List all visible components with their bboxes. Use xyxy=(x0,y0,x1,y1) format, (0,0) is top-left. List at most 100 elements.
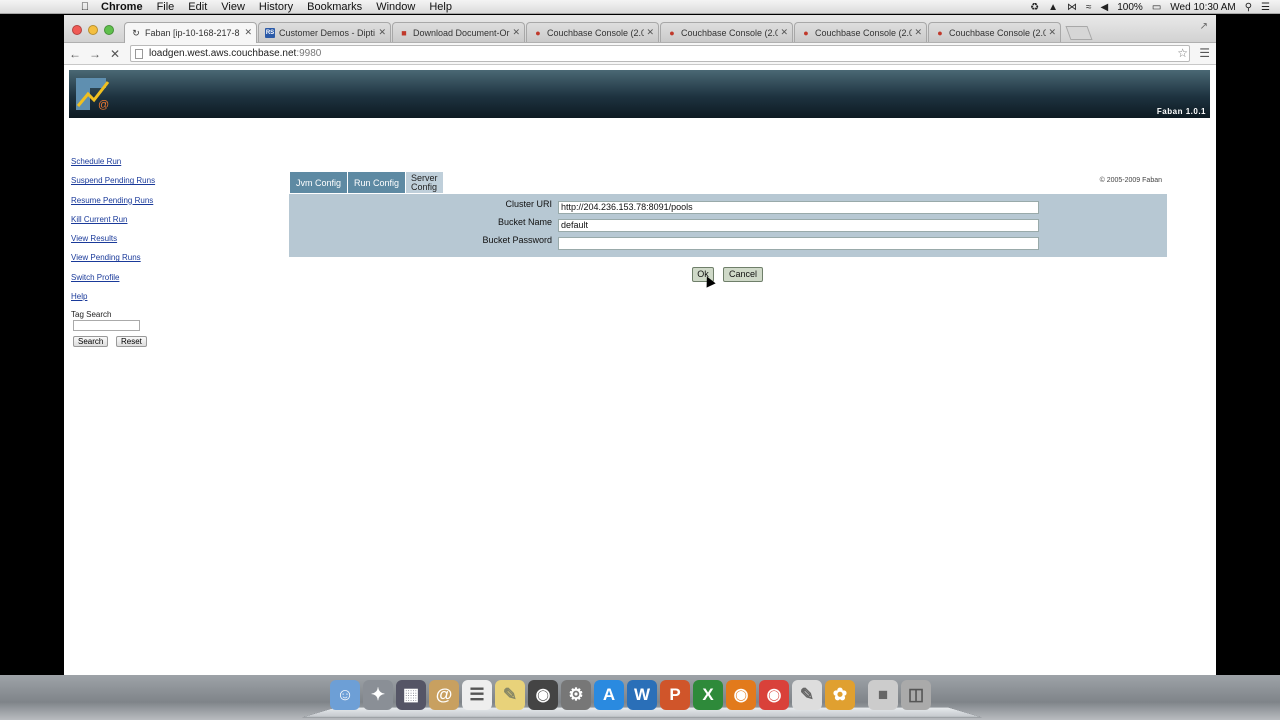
close-tab-icon[interactable]: ✕ xyxy=(512,27,520,38)
menu-app-chrome[interactable]: Chrome xyxy=(94,0,150,14)
tabs: ↻ Faban [ip-10-168-217-8 ✕ RS Customer D… xyxy=(124,22,1093,43)
copyright: © 2005-2009 Faban xyxy=(1099,177,1162,184)
nav-suspend-pending-runs[interactable]: Suspend Pending Runs xyxy=(71,175,191,194)
system-preferences-icon[interactable]: ⚙ xyxy=(561,680,591,710)
address-bar[interactable]: loadgen.west.aws.couchbase.net :9980 xyxy=(130,45,1190,62)
close-tab-icon[interactable]: ✕ xyxy=(914,27,922,38)
menu-view[interactable]: View xyxy=(214,0,252,14)
tab-customer-demos[interactable]: RS Customer Demos - Dipti ✕ xyxy=(258,22,391,42)
downloads-stack-icon[interactable]: ■ xyxy=(868,680,898,710)
tab-server-config[interactable]: Server Config xyxy=(406,172,444,193)
menu-edit[interactable]: Edit xyxy=(181,0,214,14)
tab-couchbase-console-2[interactable]: ● Couchbase Console (2.0.1) ✕ xyxy=(660,22,793,42)
tab-download-document[interactable]: ■ Download Document-Orig ✕ xyxy=(392,22,525,42)
flower-app-icon[interactable]: ✿ xyxy=(825,680,855,710)
spotlight-icon[interactable]: ⚲ xyxy=(1245,2,1252,13)
tab-faban[interactable]: ↻ Faban [ip-10-168-217-8 ✕ xyxy=(124,22,257,43)
tag-search-input[interactable] xyxy=(73,320,140,331)
faban-sidebar: Schedule Run Suspend Pending Runs Resume… xyxy=(71,156,191,310)
bucket-name-label: Bucket Name xyxy=(497,217,552,227)
url-port: :9980 xyxy=(296,48,322,59)
launchpad-icon[interactable]: ✦ xyxy=(363,680,393,710)
cancel-button[interactable]: Cancel xyxy=(723,267,763,282)
page-icon xyxy=(135,48,143,59)
textedit-icon[interactable]: ✎ xyxy=(792,680,822,710)
nav-schedule-run[interactable]: Schedule Run xyxy=(71,156,191,175)
firefox-icon[interactable]: ◉ xyxy=(726,680,756,710)
clock[interactable]: Wed 10:30 AM xyxy=(1170,2,1235,13)
reminders-icon[interactable]: ☰ xyxy=(462,680,492,710)
sync-icon[interactable]: ♻ xyxy=(1030,2,1039,13)
tab-title: Couchbase Console (2.0.1) xyxy=(681,27,778,38)
tab-title: Couchbase Console (2.0.1) xyxy=(949,27,1046,38)
nav-resume-pending-runs[interactable]: Resume Pending Runs xyxy=(71,195,191,214)
rs-icon: RS xyxy=(265,27,275,38)
cluster-uri-input[interactable]: http://204.236.153.78:8091/pools xyxy=(558,201,1039,214)
faban-page: @ Faban 1.0.1 Schedule Run Suspend Pendi… xyxy=(64,66,1216,675)
menu-window[interactable]: Window xyxy=(369,0,422,14)
minimize-window-button[interactable] xyxy=(88,25,98,35)
mission-control-icon[interactable]: ▦ xyxy=(396,680,426,710)
trash-icon[interactable]: ◫ xyxy=(901,680,931,710)
stop-icon[interactable]: ✕ xyxy=(106,47,124,61)
contacts-icon[interactable]: @ xyxy=(429,680,459,710)
chrome-menu-icon[interactable]: ☰ xyxy=(1199,46,1210,60)
couchbase-icon: ● xyxy=(803,27,809,38)
finder-icon[interactable]: ☺ xyxy=(330,680,360,710)
tab-couchbase-console-4[interactable]: ● Couchbase Console (2.0.1) ✕ xyxy=(928,22,1061,42)
menu-history[interactable]: History xyxy=(252,0,300,14)
close-tab-icon[interactable]: ✕ xyxy=(646,27,654,38)
nav-help[interactable]: Help xyxy=(71,291,191,310)
tab-strip: ↻ Faban [ip-10-168-217-8 ✕ RS Customer D… xyxy=(64,15,1216,43)
nav-switch-profile[interactable]: Switch Profile xyxy=(71,272,191,291)
reset-button[interactable]: Reset xyxy=(116,336,147,347)
close-tab-icon[interactable]: ✕ xyxy=(244,27,252,38)
search-button[interactable]: Search xyxy=(73,336,109,347)
bluetooth-icon[interactable]: ⋈ xyxy=(1067,2,1077,13)
menu-help[interactable]: Help xyxy=(422,0,459,14)
nav-kill-current-run[interactable]: Kill Current Run xyxy=(71,214,191,233)
tab-couchbase-console-1[interactable]: ● Couchbase Console (2.0.1) ✕ xyxy=(526,22,659,42)
word-icon[interactable]: W xyxy=(627,680,657,710)
forward-icon[interactable]: → xyxy=(86,47,104,61)
faban-banner: @ Faban 1.0.1 xyxy=(69,70,1210,118)
wifi-icon[interactable]: ≈ xyxy=(1086,2,1092,13)
dock: ☺ ✦ ▦ @ ☰ ✎ ◉ ⚙ A W P X ◉ ◉ ✎ ✿ ■ ◫ xyxy=(330,680,931,710)
notes-icon[interactable]: ✎ xyxy=(495,680,525,710)
chrome-icon[interactable]: ◉ xyxy=(759,680,789,710)
nav-view-pending-runs[interactable]: View Pending Runs xyxy=(71,252,191,271)
apple-icon[interactable]:  xyxy=(76,1,94,13)
battery-status[interactable]: 100% xyxy=(1117,2,1143,13)
drive-icon[interactable]: ▲ xyxy=(1048,2,1058,13)
bucket-password-input[interactable] xyxy=(558,237,1039,250)
fullscreen-icon[interactable]: ↗ xyxy=(1200,21,1208,32)
nav-view-results[interactable]: View Results xyxy=(71,233,191,252)
menu-bookmarks[interactable]: Bookmarks xyxy=(300,0,369,14)
close-tab-icon[interactable]: ✕ xyxy=(780,27,788,38)
facetime-icon[interactable]: ◉ xyxy=(528,680,558,710)
notification-center-icon[interactable]: ☰ xyxy=(1261,2,1270,13)
document-icon: ■ xyxy=(401,27,407,38)
bucket-name-input[interactable]: default xyxy=(558,219,1039,232)
volume-icon[interactable]: ◀ xyxy=(1101,2,1109,13)
close-window-button[interactable] xyxy=(72,25,82,35)
app-store-icon[interactable]: A xyxy=(594,680,624,710)
close-tab-icon[interactable]: ✕ xyxy=(378,27,386,38)
bookmark-star-icon[interactable]: ☆ xyxy=(1177,46,1188,60)
menu-file[interactable]: File xyxy=(150,0,182,14)
zoom-window-button[interactable] xyxy=(104,25,114,35)
field-cluster-uri: Cluster URI http://204.236.153.78:8091/p… xyxy=(289,199,1167,214)
tab-title: Couchbase Console (2.0.1) xyxy=(547,27,644,38)
tab-run-config[interactable]: Run Config xyxy=(348,172,407,193)
powerpoint-icon[interactable]: P xyxy=(660,680,690,710)
bucket-password-label: Bucket Password xyxy=(482,235,552,245)
tab-title: Couchbase Console (2.0.1) xyxy=(815,27,912,38)
close-tab-icon[interactable]: ✕ xyxy=(1048,27,1056,38)
tab-title: Faban [ip-10-168-217-8 xyxy=(145,28,240,38)
tab-couchbase-console-3[interactable]: ● Couchbase Console (2.0.1) ✕ xyxy=(794,22,927,42)
new-tab-button[interactable] xyxy=(1065,26,1093,40)
back-icon[interactable]: ← xyxy=(66,47,84,61)
excel-icon[interactable]: X xyxy=(693,680,723,710)
couchbase-icon: ● xyxy=(937,27,943,38)
tab-jvm-config[interactable]: Jvm Config xyxy=(290,172,349,193)
